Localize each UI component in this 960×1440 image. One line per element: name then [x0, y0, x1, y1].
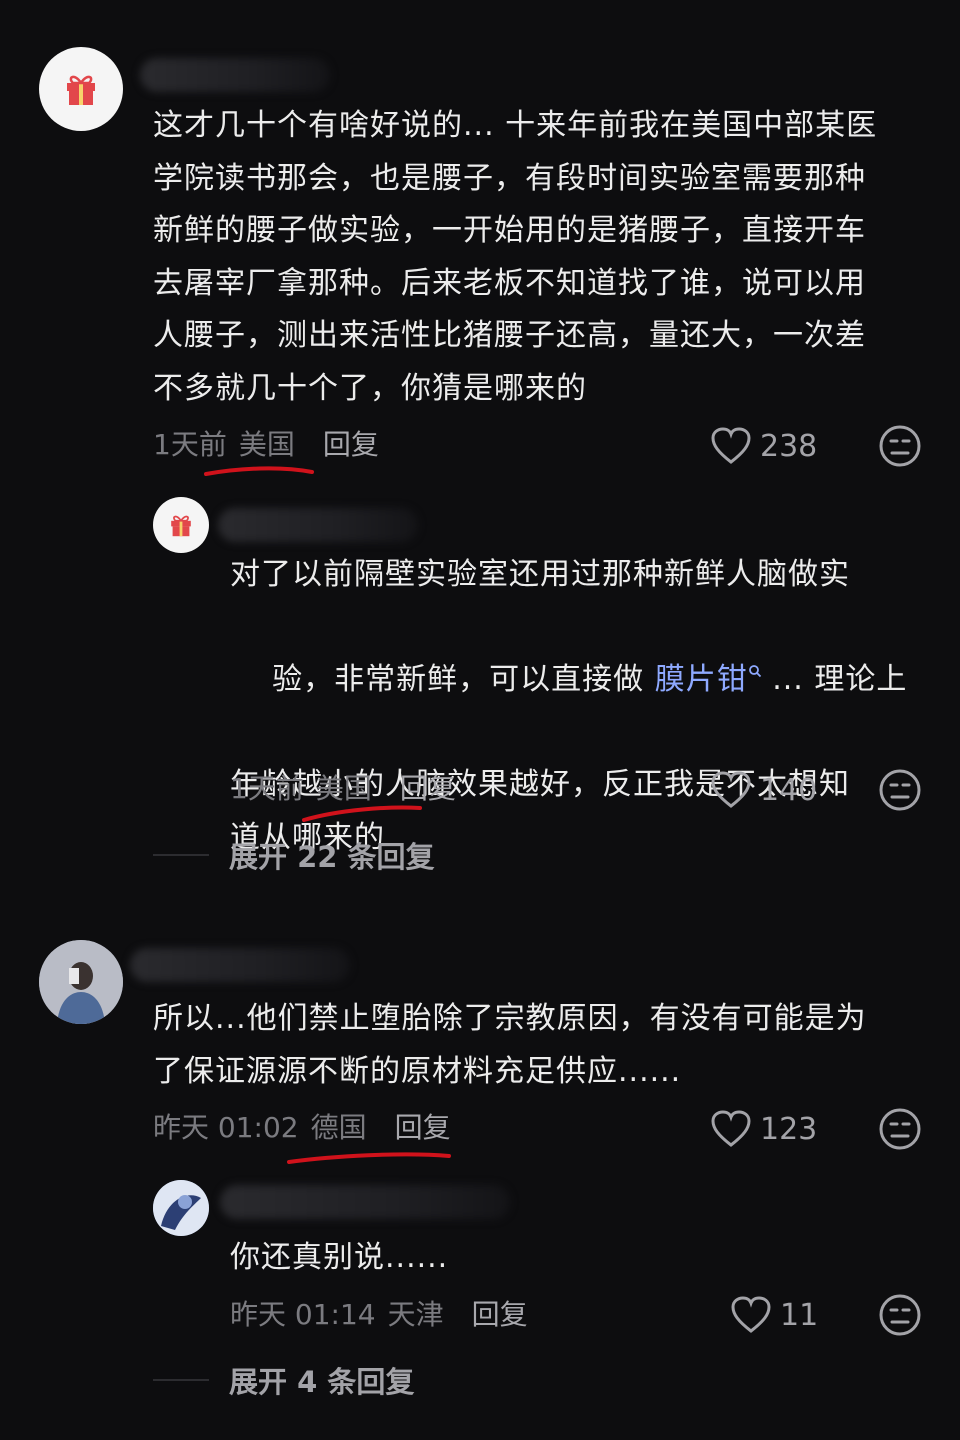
comment-line-text: 验，非常新鲜，可以直接做: [272, 662, 645, 697]
comment-line: 你还真别说......: [230, 1240, 449, 1275]
avatar[interactable]: [39, 940, 123, 1024]
location: 天津: [387, 1298, 444, 1331]
gift-icon: [67, 75, 95, 105]
search-link[interactable]: 膜片钳: [644, 662, 762, 697]
username[interactable]: [218, 508, 418, 542]
heart-icon: [711, 427, 751, 464]
comment-text: 所以...他们禁止堕胎除了宗教原因，有没有可能是为 了保证源源不断的原材料充足供…: [153, 993, 867, 1098]
timestamp: 昨天 01:14: [230, 1298, 376, 1331]
comment-line: 所以...他们禁止堕胎除了宗教原因，有没有可能是为: [153, 1001, 867, 1036]
timestamp: 1天前: [230, 772, 304, 805]
dislike-face-icon[interactable]: [878, 424, 922, 468]
expand-replies-label[interactable]: 展开 4 条回复: [229, 1359, 414, 1401]
user-photo-icon: [153, 1180, 209, 1236]
like-button[interactable]: 11: [730, 1293, 818, 1337]
comment-line: 新鲜的腰子做实验，一开始用的是猪腰子，直接开车: [153, 213, 866, 248]
search-link-text[interactable]: 膜片钳: [655, 662, 748, 697]
reply-button[interactable]: 回复: [472, 1293, 528, 1333]
like-count: 123: [760, 1111, 818, 1147]
expand-replies-button[interactable]: 展开 4 条回复: [153, 1359, 414, 1401]
comment-line: 了保证源源不断的原材料充足供应......: [153, 1053, 682, 1089]
divider: [153, 1379, 209, 1381]
heart-icon: [731, 1296, 771, 1333]
username[interactable]: [220, 1185, 510, 1219]
search-icon: [748, 665, 761, 678]
comment-meta: 昨天 01:14 天津 回复: [230, 1293, 528, 1333]
heart-icon: [711, 1110, 751, 1147]
like-button[interactable]: 140: [710, 768, 817, 812]
like-button[interactable]: 123: [710, 1107, 817, 1151]
comment-line: 去屠宰厂拿那种。后来老板不知道找了谁，说可以用: [153, 265, 866, 301]
comment-line: 人腰子，测出来活性比猪腰子还高，量还大，一次差: [153, 318, 866, 353]
avatar[interactable]: [39, 47, 123, 131]
location: 美国: [238, 428, 295, 461]
reply-button[interactable]: 回复: [395, 1106, 451, 1146]
location: 德国: [310, 1111, 367, 1144]
comment-meta: 昨天 01:02 德国 回复: [153, 1106, 451, 1146]
username[interactable]: [140, 58, 330, 92]
red-underline-annotation: [302, 805, 422, 822]
username[interactable]: [130, 948, 350, 982]
comment-text: 你还真别说......: [230, 1232, 448, 1285]
dislike-face-icon[interactable]: [878, 1107, 922, 1151]
avatar[interactable]: [153, 1180, 209, 1236]
comment-line: 对了以前隔壁实验室还用过那种新鲜人脑做实: [230, 557, 850, 592]
comment-line: 这才几十个有啥好说的... 十来年前我在美国中部某医: [153, 108, 878, 143]
heart-icon: [711, 771, 751, 808]
expand-replies-label[interactable]: 展开 22 条回复: [229, 834, 435, 876]
comment-line: 学院读书那会，也是腰子，有段时间实验室需要那种: [153, 160, 866, 196]
comment-text: 这才几十个有啥好说的... 十来年前我在美国中部某医 学院读书那会，也是腰子，有…: [153, 100, 877, 415]
dislike-face-icon[interactable]: [878, 768, 922, 812]
user-photo-icon: [39, 940, 123, 1024]
comment-line: 不多就几十个了，你猜是哪来的: [153, 370, 587, 406]
comment-meta: 1天前 美国 回复: [153, 423, 379, 463]
like-count: 140: [760, 772, 818, 808]
like-count: 238: [760, 428, 818, 464]
reply-button[interactable]: 回复: [323, 423, 379, 463]
like-count: 11: [780, 1297, 819, 1333]
comment-line: 验，非常新鲜，可以直接做 膜片钳 ... 理论上: [230, 602, 907, 760]
divider: [153, 854, 209, 856]
expand-replies-button[interactable]: 展开 22 条回复: [153, 834, 435, 876]
red-underline-annotation: [204, 466, 314, 476]
comment-line-text: ... 理论上: [761, 662, 908, 697]
gift-icon: [171, 515, 191, 537]
dislike-face-icon[interactable]: [878, 1293, 922, 1337]
red-underline-annotation: [287, 1152, 451, 1164]
like-button[interactable]: 238: [710, 424, 817, 468]
avatar[interactable]: [153, 497, 209, 553]
timestamp: 昨天 01:02: [153, 1111, 299, 1144]
timestamp: 1天前: [153, 428, 227, 461]
